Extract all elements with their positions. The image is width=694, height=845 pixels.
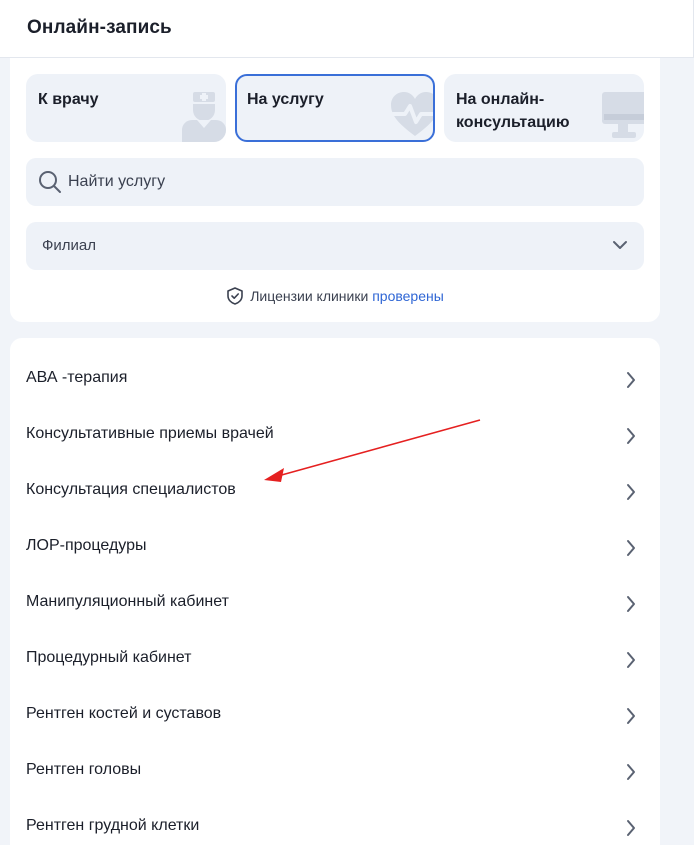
chevron-right-icon [627, 652, 635, 668]
page-title: Онлайн-запись [27, 17, 172, 38]
service-name: Процедурный кабинет [26, 649, 192, 666]
list-item[interactable]: АВА -терапия [10, 344, 660, 400]
chevron-right-icon [627, 484, 635, 500]
branch-select[interactable]: Филиал [26, 222, 644, 270]
booking-type-tabs: К врачу На услугу На онлайн-консультацию [26, 74, 644, 142]
service-name: Манипуляционный кабинет [26, 593, 229, 610]
list-item[interactable]: Процедурный кабинет [10, 624, 660, 680]
monitor-icon [602, 92, 644, 138]
chevron-right-icon [627, 708, 635, 724]
chevron-right-icon [627, 428, 635, 444]
chevron-right-icon [627, 820, 635, 836]
search-icon [39, 171, 61, 193]
app-header: Онлайн-запись [0, 0, 694, 58]
search-input[interactable] [68, 158, 628, 206]
services-list: АВА -терапия Консультативные приемы врач… [10, 338, 660, 845]
service-name: Рентген костей и суставов [26, 705, 222, 722]
list-item[interactable]: Рентген головы [10, 736, 660, 792]
service-search-field[interactable] [26, 158, 644, 206]
tab-online-consultation-label: На онлайн-консультацию [456, 91, 570, 131]
chevron-right-icon [627, 764, 635, 780]
list-item[interactable]: Рентген грудной клетки [10, 792, 660, 845]
list-item[interactable]: ЛОР-процедуры [10, 512, 660, 568]
chevron-right-icon [627, 596, 635, 612]
list-item[interactable]: Манипуляционный кабинет [10, 568, 660, 624]
tab-doctor[interactable]: К врачу [26, 74, 226, 142]
booking-panel: К врачу На услугу На онлайн-консультацию [10, 58, 660, 322]
service-name: Рентген грудной клетки [26, 817, 200, 834]
license-note: Лицензии клиники проверены [10, 287, 660, 305]
chevron-right-icon [627, 540, 635, 556]
list-item[interactable]: Рентген костей и суставов [10, 680, 660, 736]
service-name: Рентген головы [26, 761, 142, 778]
list-item[interactable]: Консультативные приемы врачей [10, 400, 660, 456]
doctor-icon [182, 92, 226, 142]
tab-service[interactable]: На услугу [235, 74, 435, 142]
shield-check-icon [227, 287, 244, 305]
branch-select-label: Филиал [42, 237, 97, 254]
service-name: Консультативные приемы врачей [26, 425, 274, 442]
license-verified-link[interactable]: проверены [372, 288, 444, 304]
tab-service-label: На услугу [247, 91, 324, 108]
heart-pulse-icon [391, 92, 433, 136]
tab-online-consultation[interactable]: На онлайн-консультацию [444, 74, 644, 142]
service-name: ЛОР-процедуры [26, 537, 147, 554]
service-name: Консультация специалистов [26, 481, 236, 498]
chevron-down-icon [613, 241, 627, 249]
list-item[interactable]: Консультация специалистов [10, 456, 660, 512]
service-name: АВА -терапия [26, 369, 128, 386]
tab-doctor-label: К врачу [38, 91, 99, 108]
chevron-right-icon [627, 372, 635, 388]
license-text: Лицензии клиники [250, 288, 369, 304]
